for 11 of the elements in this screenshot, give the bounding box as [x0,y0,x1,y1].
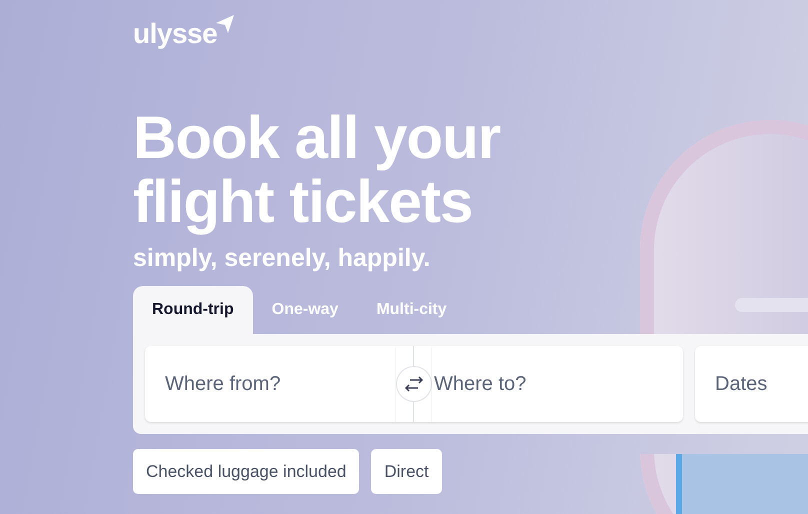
hero-subtitle: simply, serenely, happily. [133,244,432,274]
dates-field[interactable]: Dates [695,346,808,422]
hero-title: Book all your flight tickets [133,106,502,234]
swap-arrows-icon [396,366,432,402]
origin-field[interactable]: Where from? [145,346,396,422]
paper-plane-icon [215,14,236,34]
filter-chip[interactable]: Checked luggage included [133,449,360,494]
trip-type-tab[interactable]: Round-trip [133,286,253,334]
filter-chip[interactable]: Direct [371,449,442,494]
destination-field[interactable]: Where to? [432,346,683,422]
swap-button[interactable] [396,346,432,422]
